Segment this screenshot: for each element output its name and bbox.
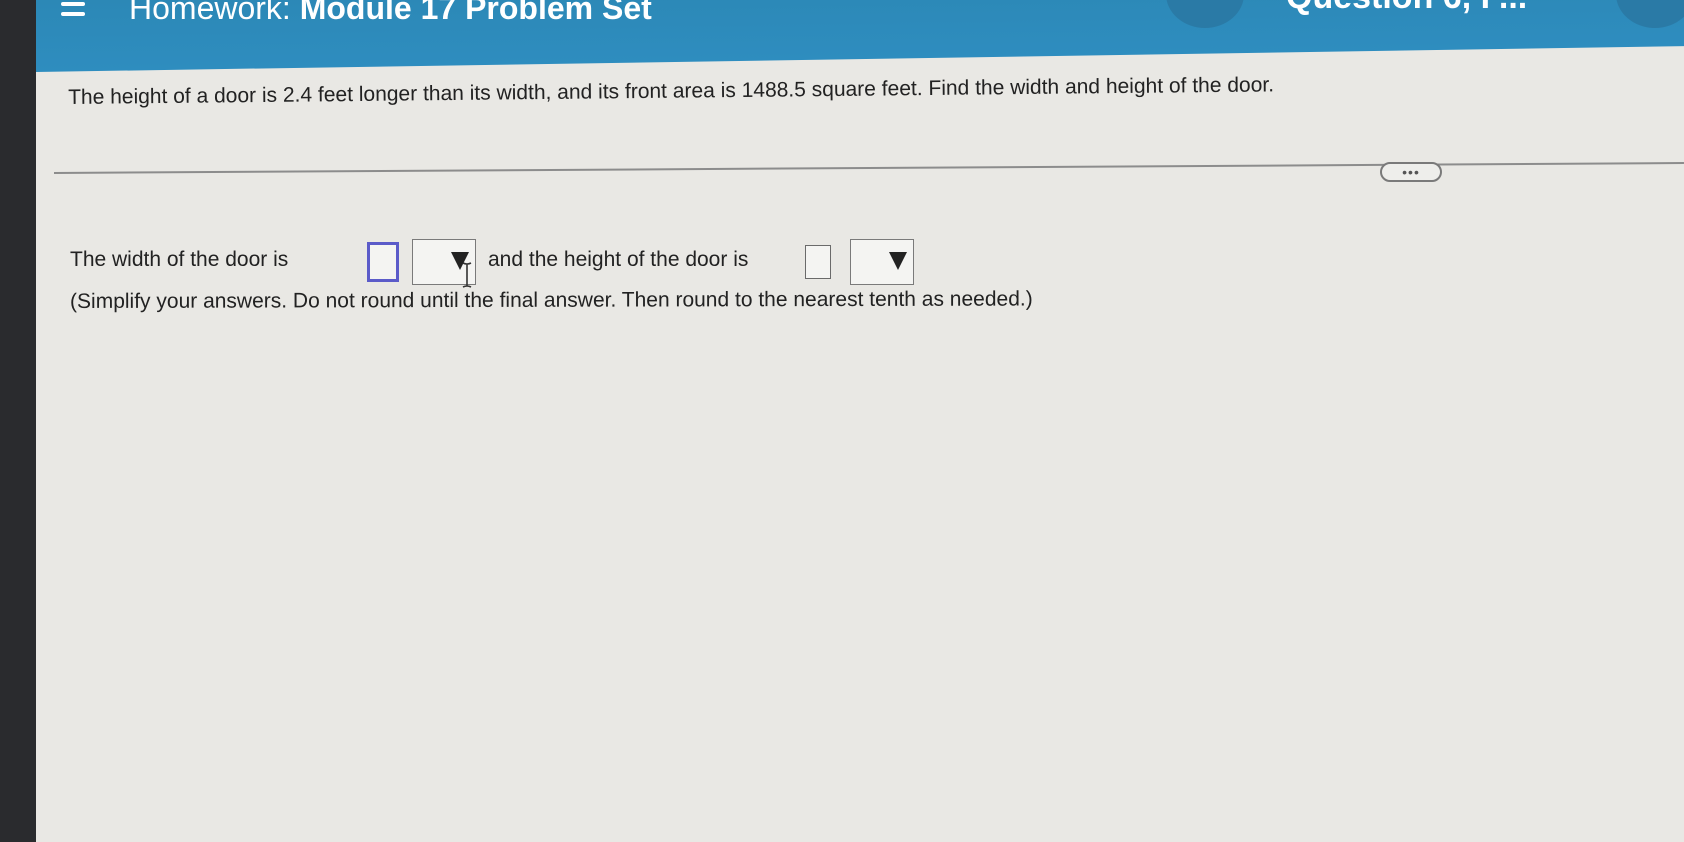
text-cursor-icon [462, 262, 472, 288]
homework-title-name: Module 17 Problem Set [299, 0, 652, 26]
height-unit-dropdown[interactable] [850, 239, 914, 285]
question-text: The height of a door is 2.4 feet longer … [68, 73, 1275, 109]
answer-text-width: The width of the door is [70, 248, 289, 271]
width-input[interactable] [367, 242, 399, 282]
hamburger-icon[interactable] [61, 0, 85, 22]
homework-title: Homework: Module 17 Problem Set [129, 0, 652, 27]
previous-question-button[interactable] [1166, 0, 1244, 28]
height-input[interactable] [805, 245, 831, 279]
screen: Homework: Module 17 Problem Set Question… [36, 0, 1684, 842]
more-options-button[interactable]: ••• [1380, 162, 1442, 182]
question-label: Question 6, P... [1286, 0, 1527, 17]
answer-text-height: and the height of the door is [488, 248, 749, 271]
homework-title-prefix: Homework: [129, 0, 291, 26]
top-bar-content: Homework: Module 17 Problem Set Question… [36, 0, 1684, 72]
dropdown-arrow-icon [889, 252, 907, 270]
answer-instruction: (Simplify your answers. Do not round unt… [70, 287, 1033, 313]
next-question-button[interactable] [1616, 0, 1684, 28]
